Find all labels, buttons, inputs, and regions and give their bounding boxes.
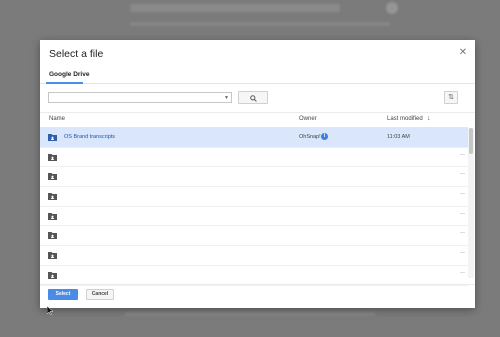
table-row[interactable] xyxy=(40,266,468,286)
mouse-cursor-icon xyxy=(47,306,54,315)
search-button[interactable] xyxy=(238,91,268,104)
scrollbar-thumb[interactable] xyxy=(469,128,473,154)
background-page-title xyxy=(130,4,340,12)
column-header-owner[interactable]: Owner xyxy=(299,116,317,122)
table-row[interactable] xyxy=(40,246,468,266)
row-placeholder xyxy=(460,232,465,234)
table-row[interactable] xyxy=(40,226,468,247)
shared-folder-icon xyxy=(48,173,57,181)
sort-icon: ⇅ xyxy=(448,94,454,101)
tab-google-drive[interactable]: Google Drive xyxy=(49,71,89,78)
cancel-button[interactable]: Cancel xyxy=(86,289,114,300)
row-placeholder xyxy=(460,193,465,195)
row-placeholder xyxy=(460,212,465,214)
tab-divider xyxy=(40,83,475,84)
shared-folder-icon xyxy=(48,134,57,141)
shared-folder-icon xyxy=(48,153,57,161)
info-icon[interactable]: i xyxy=(321,133,328,140)
shared-folder-icon xyxy=(48,193,57,201)
background-avatar xyxy=(386,2,398,14)
table-row[interactable]: OS Brand transcripts OhSnap! i 11:03 AM xyxy=(40,128,468,148)
footer-divider xyxy=(40,284,475,285)
file-owner: OhSnap! xyxy=(299,134,321,140)
table-row[interactable] xyxy=(40,167,468,188)
column-header-last-modified[interactable]: Last modified xyxy=(387,116,423,122)
row-placeholder xyxy=(460,252,465,254)
background-page-footer xyxy=(125,312,375,316)
column-header-name[interactable]: Name xyxy=(49,116,65,122)
close-icon[interactable]: ✕ xyxy=(458,48,468,58)
dialog-title: Select a file xyxy=(49,48,104,60)
shared-folder-icon xyxy=(48,232,57,240)
table-row[interactable] xyxy=(40,148,468,168)
shared-folder-icon xyxy=(48,271,57,279)
shared-folder-icon xyxy=(48,212,57,220)
file-list: OS Brand transcripts OhSnap! i 11:03 AM xyxy=(40,128,468,286)
file-name[interactable]: OS Brand transcripts xyxy=(64,134,115,140)
search-icon xyxy=(250,95,257,102)
sort-button[interactable]: ⇅ xyxy=(444,91,458,104)
table-row[interactable] xyxy=(40,187,468,207)
row-placeholder xyxy=(460,153,465,155)
file-modified: 11:03 AM xyxy=(387,134,410,140)
arrow-down-icon[interactable]: ↓ xyxy=(427,115,431,122)
row-placeholder xyxy=(460,173,465,175)
select-button[interactable]: Select xyxy=(48,289,78,300)
search-input[interactable]: ▼ xyxy=(48,92,232,103)
table-row[interactable] xyxy=(40,207,468,227)
file-picker-dialog: Select a file ✕ Google Drive ▼ ⇅ Name Ow… xyxy=(40,40,475,308)
chevron-down-icon[interactable]: ▼ xyxy=(224,94,229,102)
shared-folder-icon xyxy=(48,252,57,260)
background-page-bar xyxy=(130,22,390,26)
row-placeholder xyxy=(460,271,465,273)
active-tab-indicator xyxy=(46,82,83,84)
toolbar-divider xyxy=(40,112,475,113)
